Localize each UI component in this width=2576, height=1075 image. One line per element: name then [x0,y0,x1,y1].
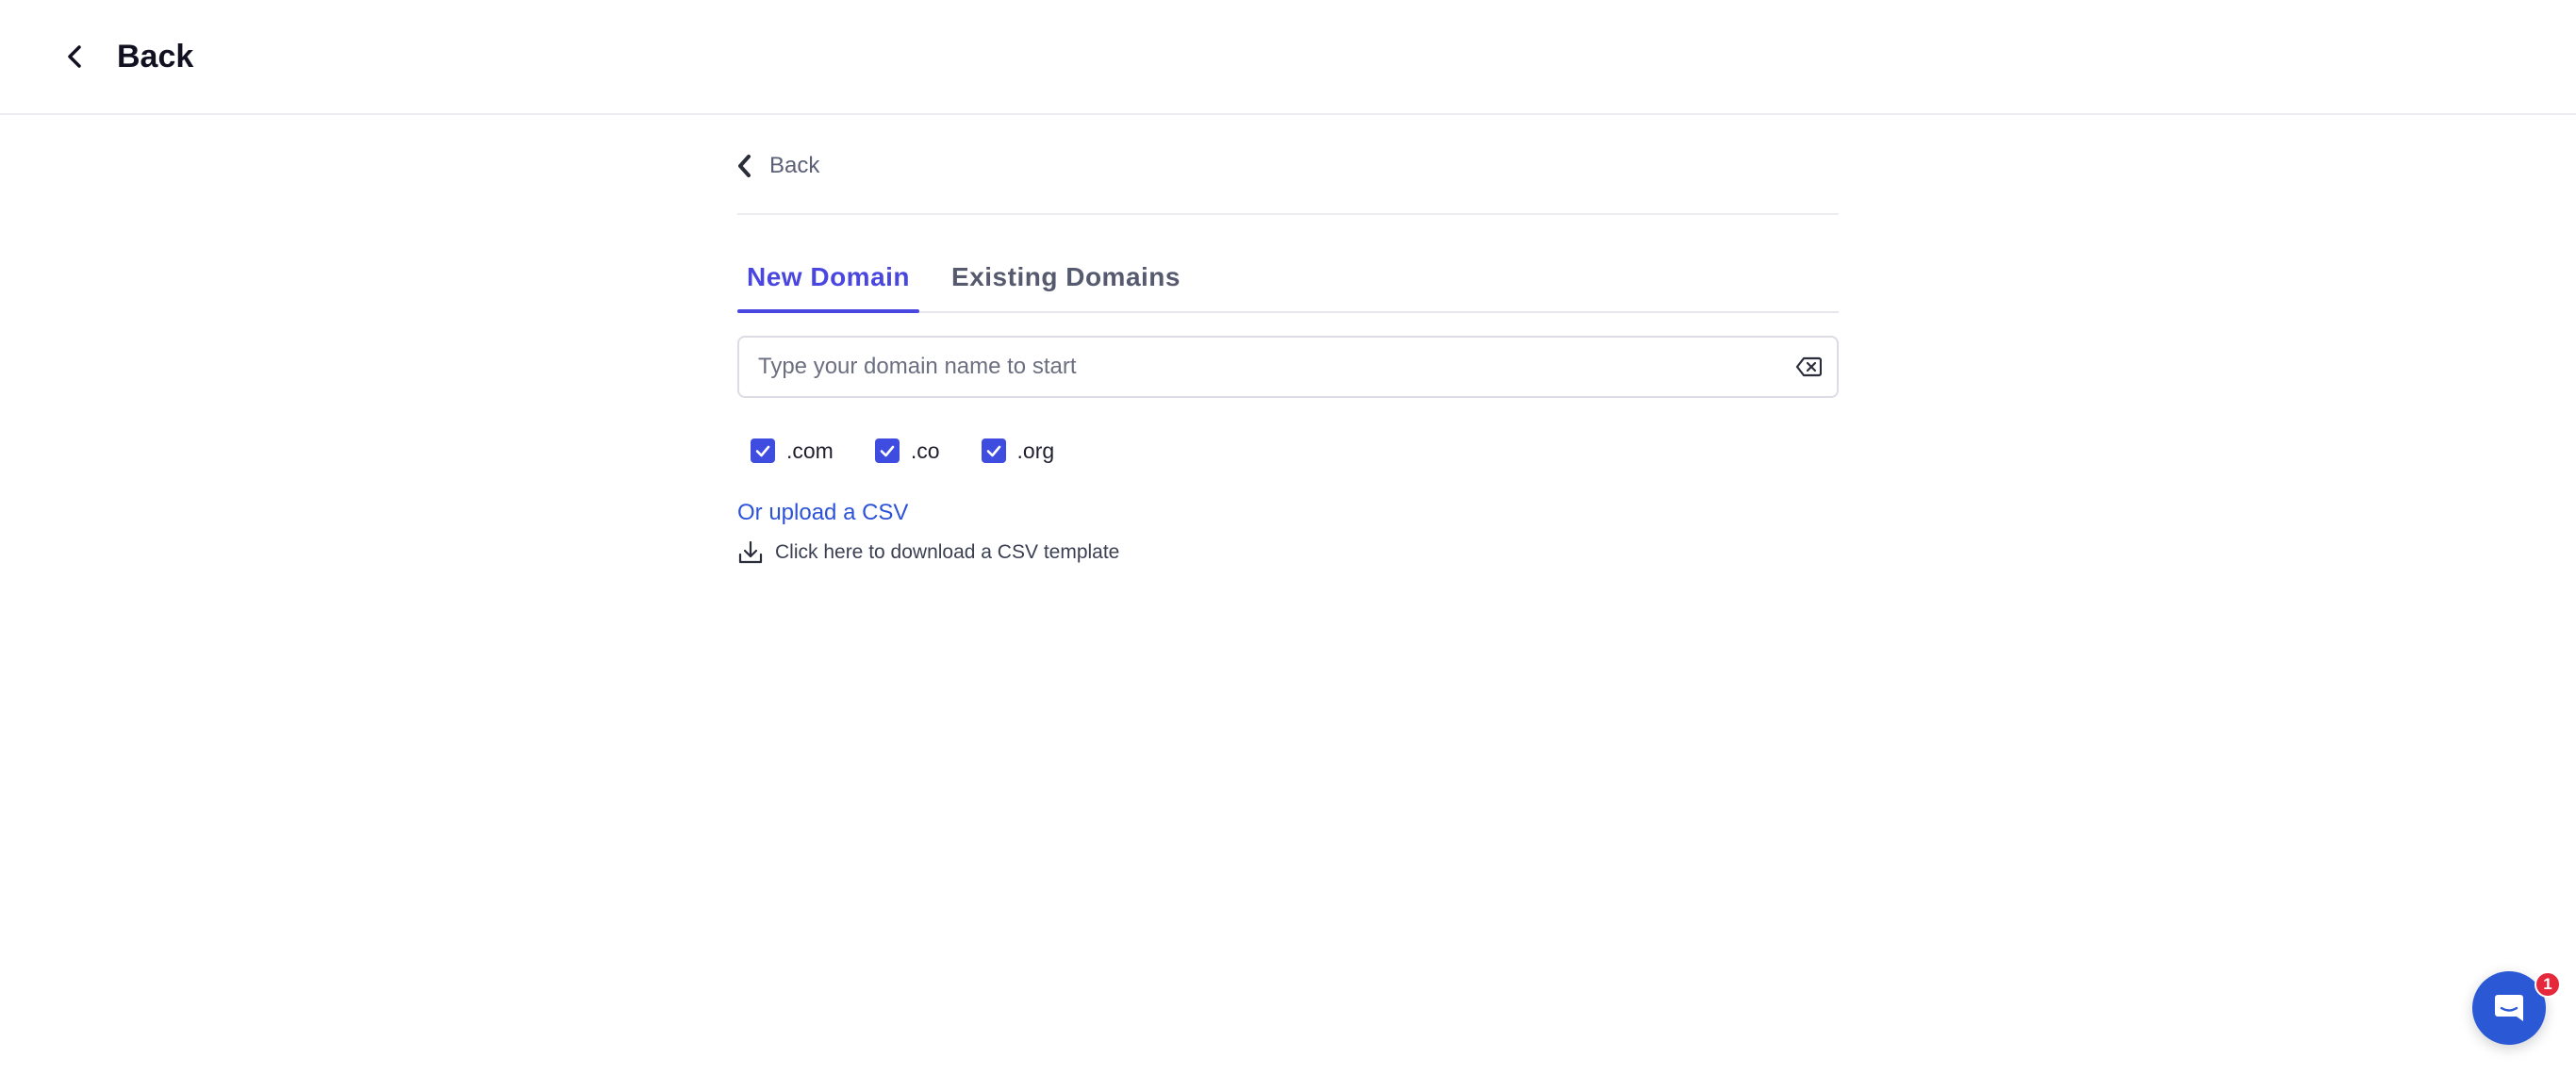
tld-options: .com .co .org [751,432,1096,470]
clear-input-button[interactable] [1780,339,1837,395]
checkbox-org[interactable] [981,438,1006,463]
chat-icon [2495,995,2523,1021]
download-csv-template-link[interactable]: Click here to download a CSV template [737,536,1119,570]
divider [737,213,1839,215]
backspace-icon [1795,356,1822,377]
header-back-button[interactable]: Back [57,28,193,85]
tab-new-domain[interactable]: New Domain [737,243,920,313]
chat-notification-badge: 1 [2535,971,2561,998]
domain-search-box [737,336,1839,398]
upload-csv-link[interactable]: Or upload a CSV [737,500,908,526]
tld-option-co[interactable]: .co [874,438,940,464]
check-icon [755,445,770,457]
tab-existing-domains[interactable]: Existing Domains [942,243,1190,311]
checkbox-co[interactable] [874,438,900,463]
sub-back-label: Back [769,153,820,178]
tld-option-com[interactable]: .com [751,438,834,464]
chevron-left-icon [728,149,762,183]
download-icon [738,540,763,564]
domain-tabs: New Domain Existing Domains [737,245,1839,313]
sub-back-button[interactable]: Back [728,140,819,192]
tld-label-org: .org [1016,438,1055,463]
tld-option-org[interactable]: .org [981,438,1055,464]
tld-label-co: .co [910,438,940,463]
top-bar: Back [0,0,2576,115]
header-back-label: Back [117,38,194,74]
download-csv-label: Click here to download a CSV template [775,541,1120,563]
tld-label-com: .com [786,438,834,463]
domain-search-input[interactable] [739,338,1780,396]
check-icon [986,445,1000,457]
check-icon [880,445,895,457]
chevron-left-icon [57,38,94,75]
checkbox-com[interactable] [751,438,775,463]
